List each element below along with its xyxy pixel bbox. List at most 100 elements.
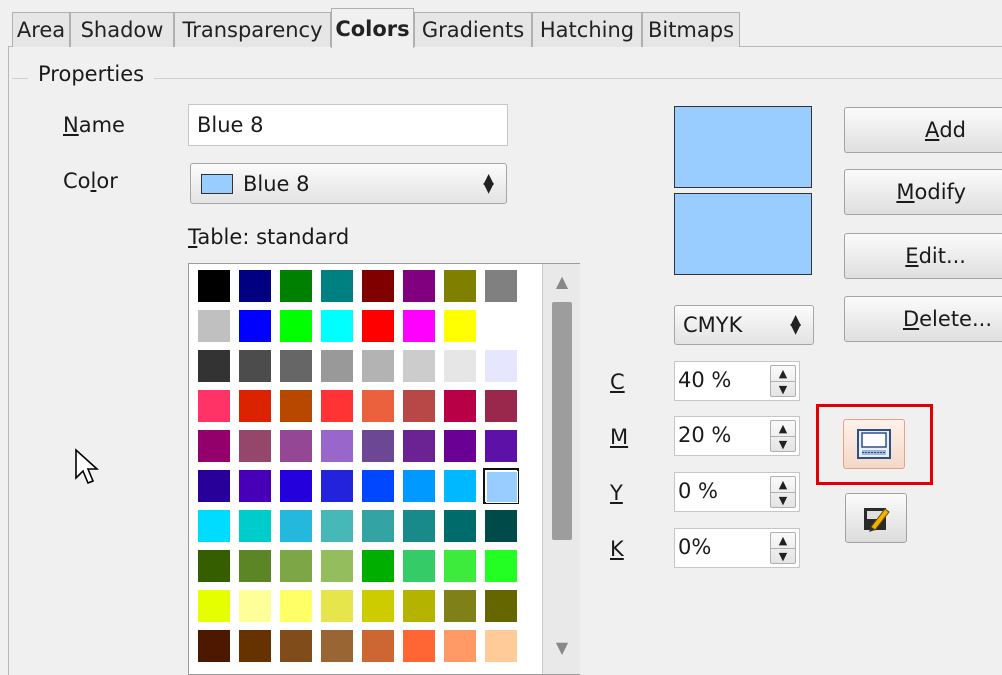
color-swatch[interactable]	[278, 348, 314, 384]
color-swatch[interactable]	[401, 508, 437, 544]
yellow-value[interactable]: 0 %	[678, 479, 718, 503]
color-swatch[interactable]	[237, 508, 273, 544]
spin-up-icon[interactable]: ▲	[771, 421, 795, 436]
color-swatch[interactable]	[196, 468, 232, 504]
color-swatch[interactable]	[196, 308, 232, 344]
color-swatch[interactable]	[483, 308, 519, 344]
color-swatch[interactable]	[401, 628, 437, 664]
color-swatch[interactable]	[278, 308, 314, 344]
color-swatch[interactable]	[401, 588, 437, 624]
cyan-value[interactable]: 40 %	[678, 368, 731, 392]
color-palette[interactable]: ▲ ▼	[188, 263, 580, 675]
modify-button[interactable]: Modify	[844, 169, 1002, 215]
color-model-dropdown[interactable]: CMYK ▲ ▼	[674, 305, 814, 345]
tab-colors[interactable]: Colors	[331, 8, 414, 48]
color-swatch[interactable]	[278, 628, 314, 664]
yellow-spin-buttons[interactable]: ▲ ▼	[770, 476, 796, 508]
scroll-thumb[interactable]	[552, 302, 572, 540]
color-swatch[interactable]	[196, 508, 232, 544]
tab-bitmaps[interactable]: Bitmaps	[642, 12, 740, 47]
color-swatch[interactable]	[319, 588, 355, 624]
color-swatch[interactable]	[442, 388, 478, 424]
color-grid[interactable]	[196, 268, 519, 664]
add-button[interactable]: Add	[844, 107, 1002, 153]
color-swatch[interactable]	[237, 268, 273, 304]
magenta-spin-buttons[interactable]: ▲ ▼	[770, 420, 796, 452]
magenta-value[interactable]: 20 %	[678, 423, 731, 447]
color-swatch[interactable]	[483, 348, 519, 384]
color-swatch[interactable]	[319, 428, 355, 464]
color-swatch[interactable]	[237, 348, 273, 384]
color-swatch[interactable]	[319, 268, 355, 304]
color-swatch[interactable]	[442, 628, 478, 664]
name-field[interactable]: Blue 8	[188, 104, 508, 146]
color-swatch[interactable]	[319, 548, 355, 584]
color-swatch[interactable]	[401, 268, 437, 304]
color-swatch[interactable]	[237, 428, 273, 464]
spin-down-icon[interactable]: ▼	[771, 381, 795, 396]
spin-down-icon[interactable]: ▼	[771, 548, 795, 563]
color-swatch[interactable]	[442, 308, 478, 344]
color-swatch[interactable]	[401, 348, 437, 384]
color-swatch[interactable]	[278, 508, 314, 544]
edit-button[interactable]: Edit...	[844, 233, 1002, 279]
color-swatch[interactable]	[278, 388, 314, 424]
color-swatch[interactable]	[442, 268, 478, 304]
color-swatch[interactable]	[401, 428, 437, 464]
color-swatch[interactable]	[360, 468, 396, 504]
color-swatch[interactable]	[360, 268, 396, 304]
color-swatch[interactable]	[360, 428, 396, 464]
tab-gradients[interactable]: Gradients	[414, 12, 532, 47]
color-swatch[interactable]	[196, 348, 232, 384]
tab-hatching[interactable]: Hatching	[532, 12, 642, 47]
scroll-down-icon[interactable]: ▼	[543, 638, 581, 657]
palette-scrollbar[interactable]: ▲ ▼	[542, 264, 580, 674]
spin-up-icon[interactable]: ▲	[771, 477, 795, 492]
color-swatch[interactable]	[237, 308, 273, 344]
color-swatch[interactable]	[319, 468, 355, 504]
color-swatch[interactable]	[278, 588, 314, 624]
color-swatch[interactable]	[237, 548, 273, 584]
tab-area[interactable]: Area	[12, 12, 70, 47]
color-swatch[interactable]	[237, 468, 273, 504]
color-swatch[interactable]	[483, 508, 519, 544]
color-swatch[interactable]	[442, 588, 478, 624]
color-swatch[interactable]	[360, 508, 396, 544]
color-swatch[interactable]	[483, 468, 519, 504]
color-swatch[interactable]	[196, 588, 232, 624]
scroll-up-icon[interactable]: ▲	[543, 272, 581, 291]
cyan-spinbox[interactable]: 40 % ▲ ▼	[674, 361, 800, 401]
color-swatch[interactable]	[483, 548, 519, 584]
color-swatch[interactable]	[442, 428, 478, 464]
color-swatch[interactable]	[442, 548, 478, 584]
color-swatch[interactable]	[483, 388, 519, 424]
spin-down-icon[interactable]: ▼	[771, 436, 795, 451]
color-swatch[interactable]	[401, 468, 437, 504]
color-swatch[interactable]	[237, 588, 273, 624]
color-swatch[interactable]	[196, 388, 232, 424]
yellow-spinbox[interactable]: 0 % ▲ ▼	[674, 472, 800, 512]
color-swatch[interactable]	[196, 268, 232, 304]
color-swatch[interactable]	[196, 548, 232, 584]
load-color-list-button[interactable]	[843, 419, 905, 469]
color-swatch[interactable]	[278, 428, 314, 464]
color-swatch[interactable]	[401, 548, 437, 584]
save-color-list-button[interactable]	[845, 493, 907, 543]
color-swatch[interactable]	[360, 348, 396, 384]
color-dropdown[interactable]: Blue 8 ▲ ▼	[190, 163, 507, 204]
color-swatch[interactable]	[278, 268, 314, 304]
color-swatch[interactable]	[196, 428, 232, 464]
delete-button[interactable]: Delete...	[844, 296, 1002, 342]
color-swatch[interactable]	[319, 308, 355, 344]
spin-up-icon[interactable]: ▲	[771, 366, 795, 381]
color-swatch[interactable]	[483, 628, 519, 664]
color-swatch[interactable]	[196, 628, 232, 664]
color-swatch[interactable]	[401, 388, 437, 424]
color-swatch[interactable]	[442, 348, 478, 384]
color-swatch[interactable]	[360, 308, 396, 344]
color-swatch[interactable]	[319, 388, 355, 424]
color-swatch[interactable]	[483, 268, 519, 304]
color-swatch[interactable]	[319, 348, 355, 384]
cyan-spin-buttons[interactable]: ▲ ▼	[770, 365, 796, 397]
tab-transparency[interactable]: Transparency	[174, 12, 331, 47]
